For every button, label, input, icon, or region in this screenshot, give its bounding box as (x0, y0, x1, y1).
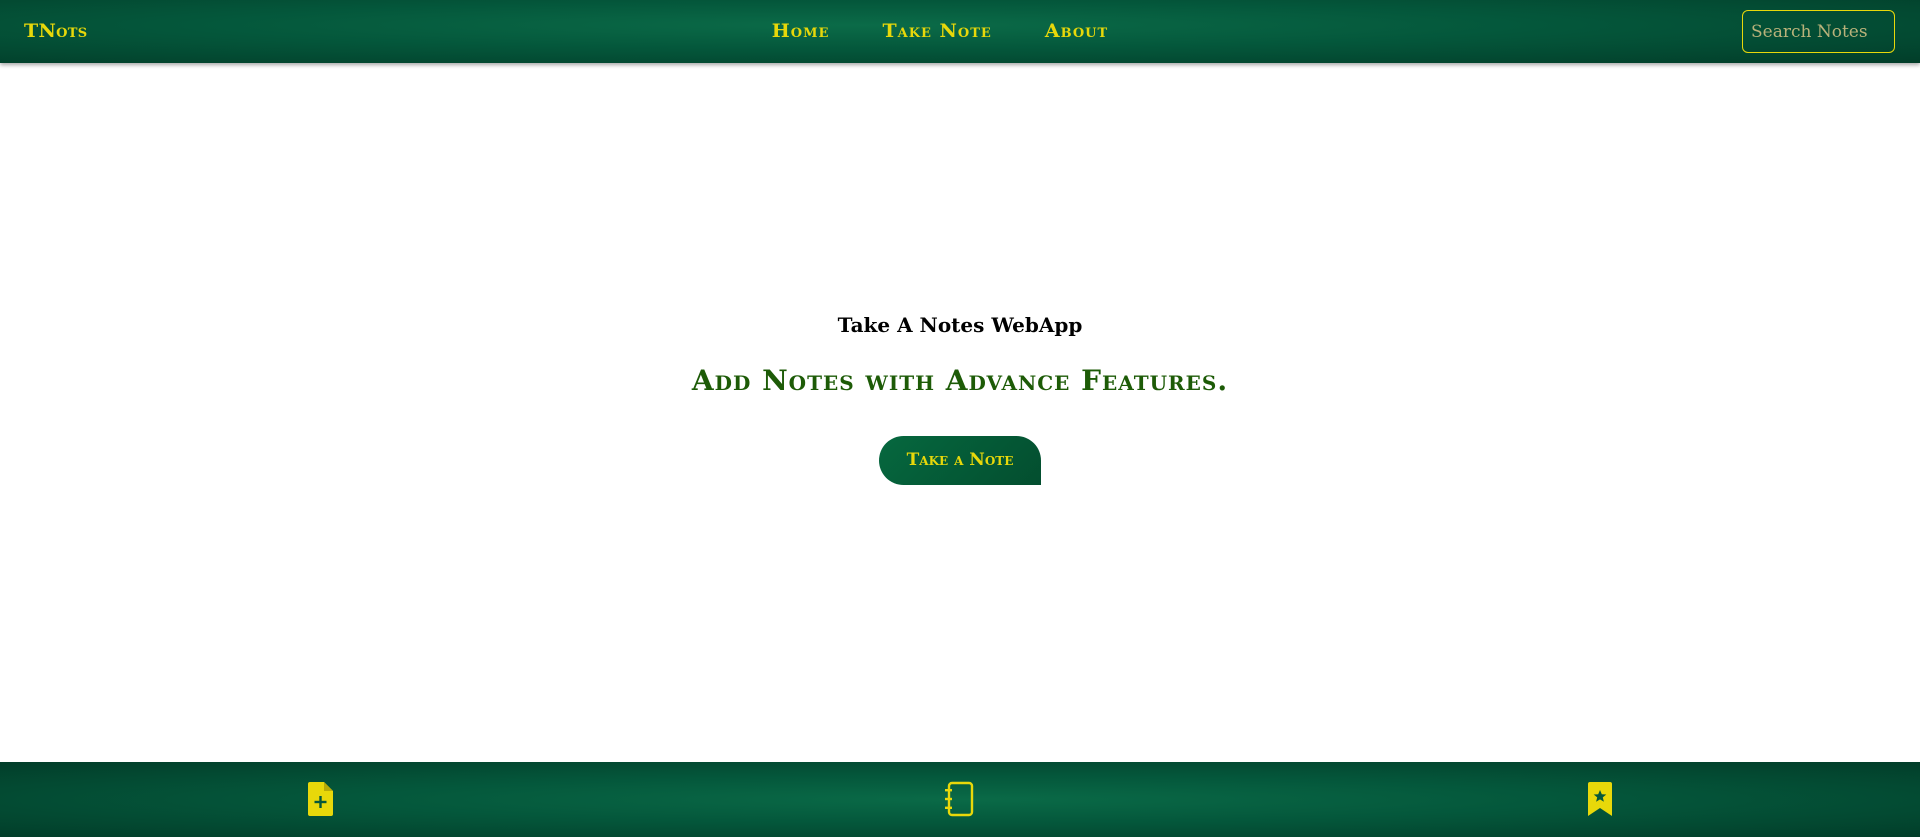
top-navbar: TNots Home Take Note About (0, 0, 1920, 63)
nav-home[interactable]: Home (772, 18, 830, 44)
hero-subtitle: Take A Notes WebApp (837, 313, 1083, 337)
cta-container: Take a Note (0, 436, 1920, 485)
take-note-button[interactable]: Take a Note (879, 436, 1041, 485)
main-nav: Home Take Note About (0, 18, 1920, 44)
bookmark-star-icon[interactable] (1585, 781, 1615, 817)
nav-take-note[interactable]: Take Note (882, 18, 991, 44)
notebook-icon[interactable] (944, 781, 974, 817)
brand-logo[interactable]: TNots (24, 18, 87, 44)
file-plus-icon[interactable] (305, 781, 335, 817)
hero-section: Take A Notes WebApp Add Notes with Advan… (0, 300, 1920, 485)
search-input[interactable] (1742, 10, 1895, 53)
hero-title: Add Notes with Advance Features. (691, 364, 1229, 397)
bottom-navbar (0, 762, 1920, 837)
nav-about[interactable]: About (1045, 18, 1108, 44)
